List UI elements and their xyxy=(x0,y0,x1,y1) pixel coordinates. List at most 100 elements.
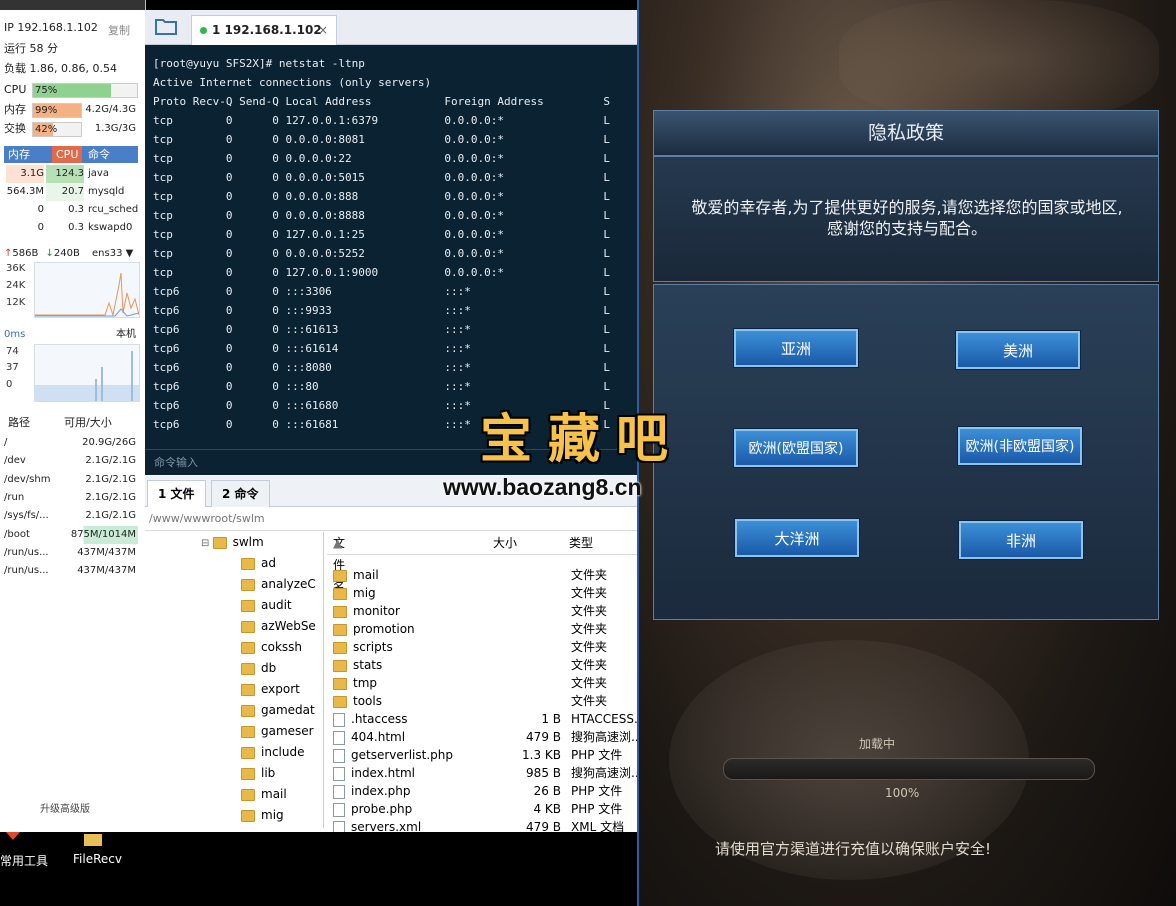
region-americas-button[interactable]: 美洲 xyxy=(956,331,1080,369)
file-name: promotion xyxy=(353,622,415,636)
file-row[interactable]: mig 文件夹 xyxy=(327,584,637,602)
tree-folder[interactable]: gamedat xyxy=(241,700,315,721)
file-size: 1 B xyxy=(541,712,561,726)
proc-cmd: kswapd0 xyxy=(88,222,133,233)
file-row[interactable]: index.html 985 B 搜狗高速浏... xyxy=(327,764,637,782)
region-europe-non-eu-button[interactable]: 欧洲(非欧盟国家) xyxy=(958,427,1082,465)
tree-folder-label: gamedat xyxy=(261,703,315,717)
file-name-cell: mail xyxy=(333,566,379,584)
file-name-cell: promotion xyxy=(333,620,415,638)
file-list: 文件名 ▲ 大小 类型 mail文件夹mig文件夹monitor文件夹promo… xyxy=(327,532,637,832)
tree-folder[interactable]: azWebSe xyxy=(241,616,316,637)
swap-label: 交换 xyxy=(4,122,26,135)
folder-shortcut-icon[interactable] xyxy=(84,832,102,848)
process-row[interactable]: 0 0.3 kswapd0 xyxy=(4,219,138,237)
collapse-icon[interactable]: ⊟ xyxy=(201,538,213,549)
folder-icon xyxy=(241,746,255,759)
file-row[interactable]: servers.xml 479 B XML 文档 xyxy=(327,818,637,832)
desktop-shortcut-label[interactable]: FileRecv xyxy=(73,852,122,866)
tree-folder[interactable]: export xyxy=(241,679,300,700)
file-row[interactable]: monitor 文件夹 xyxy=(327,602,637,620)
disk-row[interactable]: /dev 2.1G/2.1G xyxy=(2,452,138,470)
proc-header-cpu[interactable]: CPU xyxy=(52,146,83,163)
tree-folder[interactable]: ad xyxy=(241,553,276,574)
tree-folder[interactable]: cokssh xyxy=(241,637,302,658)
proc-header-mem[interactable]: 内存 xyxy=(8,146,30,163)
file-row[interactable]: probe.php 4 KB PHP 文件 xyxy=(327,800,637,818)
tree-folder[interactable]: analyzeC xyxy=(241,574,316,595)
ping-host[interactable]: 本机 xyxy=(116,328,136,342)
session-tab[interactable]: 1 192.168.1.102 × xyxy=(191,15,337,45)
file-row[interactable]: .htaccess 1 B HTACCESS... xyxy=(327,710,637,728)
file-name: 404.html xyxy=(351,730,406,744)
tree-root[interactable]: ⊟ swlm xyxy=(201,532,264,553)
disk-row[interactable]: /run/us... 437M/437M xyxy=(2,544,138,562)
sort-up-icon: ▲ xyxy=(333,536,343,550)
tree-folder[interactable]: mig xyxy=(241,805,284,826)
disk-row[interactable]: /run/us... 437M/437M xyxy=(2,562,138,580)
proc-cpu: 20.7 xyxy=(46,183,84,201)
file-row[interactable]: tmp 文件夹 xyxy=(327,674,637,692)
file-row[interactable]: stats 文件夹 xyxy=(327,656,637,674)
file-row[interactable]: getserverlist.php 1.3 KB PHP 文件 xyxy=(327,746,637,764)
disk-row[interactable]: /dev/shm 2.1G/2.1G xyxy=(2,471,138,489)
disk-path: /boot xyxy=(4,528,30,540)
tab-commands[interactable]: 2 命令 xyxy=(211,480,270,507)
network-stats: ↑586B ↓240B xyxy=(4,247,80,261)
terminal-line: tcp 0 0 0.0.0.0:888 0.0.0.0:* L xyxy=(153,190,610,203)
file-row[interactable]: promotion 文件夹 xyxy=(327,620,637,638)
process-row[interactable]: 3.1G 124.3 java xyxy=(4,165,138,183)
file-row[interactable]: scripts 文件夹 xyxy=(327,638,637,656)
close-icon[interactable]: × xyxy=(318,16,328,45)
terminal-line: tcp6 0 0 :::80 :::* L xyxy=(153,380,610,393)
tab-files[interactable]: 1 文件 xyxy=(147,480,206,507)
net-tick: 12K xyxy=(6,297,26,308)
net-tick: 24K xyxy=(6,280,26,291)
file-type: 文件夹 xyxy=(571,568,608,582)
tree-folder-label: cokssh xyxy=(261,640,302,654)
file-row[interactable]: tools 文件夹 xyxy=(327,692,637,710)
region-africa-button[interactable]: 非洲 xyxy=(959,521,1083,559)
region-europe-eu-button[interactable]: 欧洲(欧盟国家) xyxy=(734,429,858,467)
server-status-panel: IP 192.168.1.102 复制 运行 58 分 负载 1.86, 0.8… xyxy=(0,0,146,832)
file-type: PHP 文件 xyxy=(571,784,623,798)
terminal-line: tcp 0 0 0.0.0.0:5015 0.0.0.0:* L xyxy=(153,171,610,184)
memory-usage-bar: 99% xyxy=(32,103,82,118)
watermark-logo: 宝藏吧 xyxy=(480,409,685,470)
tree-folder[interactable]: mail xyxy=(241,784,287,805)
proc-header-cmd[interactable]: 命令 xyxy=(88,146,110,163)
tree-folder[interactable]: db xyxy=(241,658,276,679)
path-input[interactable]: /www/wwwroot/swlm xyxy=(145,507,637,531)
disk-row[interactable]: /run 2.1G/2.1G xyxy=(2,489,138,507)
copy-ip-button[interactable]: 复制 xyxy=(108,22,130,38)
process-row[interactable]: 564.3M 20.7 mysqld xyxy=(4,183,138,201)
open-folder-icon[interactable] xyxy=(153,16,179,38)
process-row[interactable]: 0 0.3 rcu_sched xyxy=(4,201,139,219)
tree-root-label: swlm xyxy=(232,535,264,549)
tree-folder[interactable]: gameser xyxy=(241,721,314,742)
desktop-shortcut-label[interactable]: 常用工具 xyxy=(0,852,48,869)
ping-label: 0ms xyxy=(4,329,26,340)
tree-folder[interactable]: include xyxy=(241,742,304,763)
file-row[interactable]: 404.html 479 B 搜狗高速浏... xyxy=(327,728,637,746)
tree-folder-label: db xyxy=(261,661,277,675)
file-row[interactable]: mail 文件夹 xyxy=(327,566,637,584)
region-oceania-button[interactable]: 大洋洲 xyxy=(735,519,859,557)
tree-folder[interactable]: audit xyxy=(241,595,292,616)
col-header-type[interactable]: 类型 xyxy=(569,532,593,554)
interface-select[interactable]: ens33 ▼ xyxy=(92,247,133,261)
disk-row[interactable]: /boot 875M/1014M xyxy=(2,525,138,544)
window-titlebar-strip xyxy=(0,0,145,10)
upgrade-link[interactable]: 升级高级版 xyxy=(40,800,90,815)
col-header-size[interactable]: 大小 xyxy=(493,532,517,554)
dialog-message-box: 敬爱的幸存者,为了提供更好的服务,请您选择您的国家或地区, 感谢您的支持与配合。 xyxy=(653,156,1159,282)
file-row[interactable]: index.php 26 B PHP 文件 xyxy=(327,782,637,800)
disk-row[interactable]: /sys/fs/... 2.1G/2.1G xyxy=(2,507,138,525)
terminal-line: Proto Recv-Q Send-Q Local Address Foreig… xyxy=(153,95,610,108)
ping-graph-bars xyxy=(35,351,139,401)
region-asia-button[interactable]: 亚洲 xyxy=(734,329,858,367)
folder-icon xyxy=(241,620,255,633)
tree-folder[interactable]: lib xyxy=(241,763,275,784)
disk-row[interactable]: / 20.9G/26G xyxy=(2,434,138,452)
tools-shortcut-icon[interactable] xyxy=(4,832,22,848)
